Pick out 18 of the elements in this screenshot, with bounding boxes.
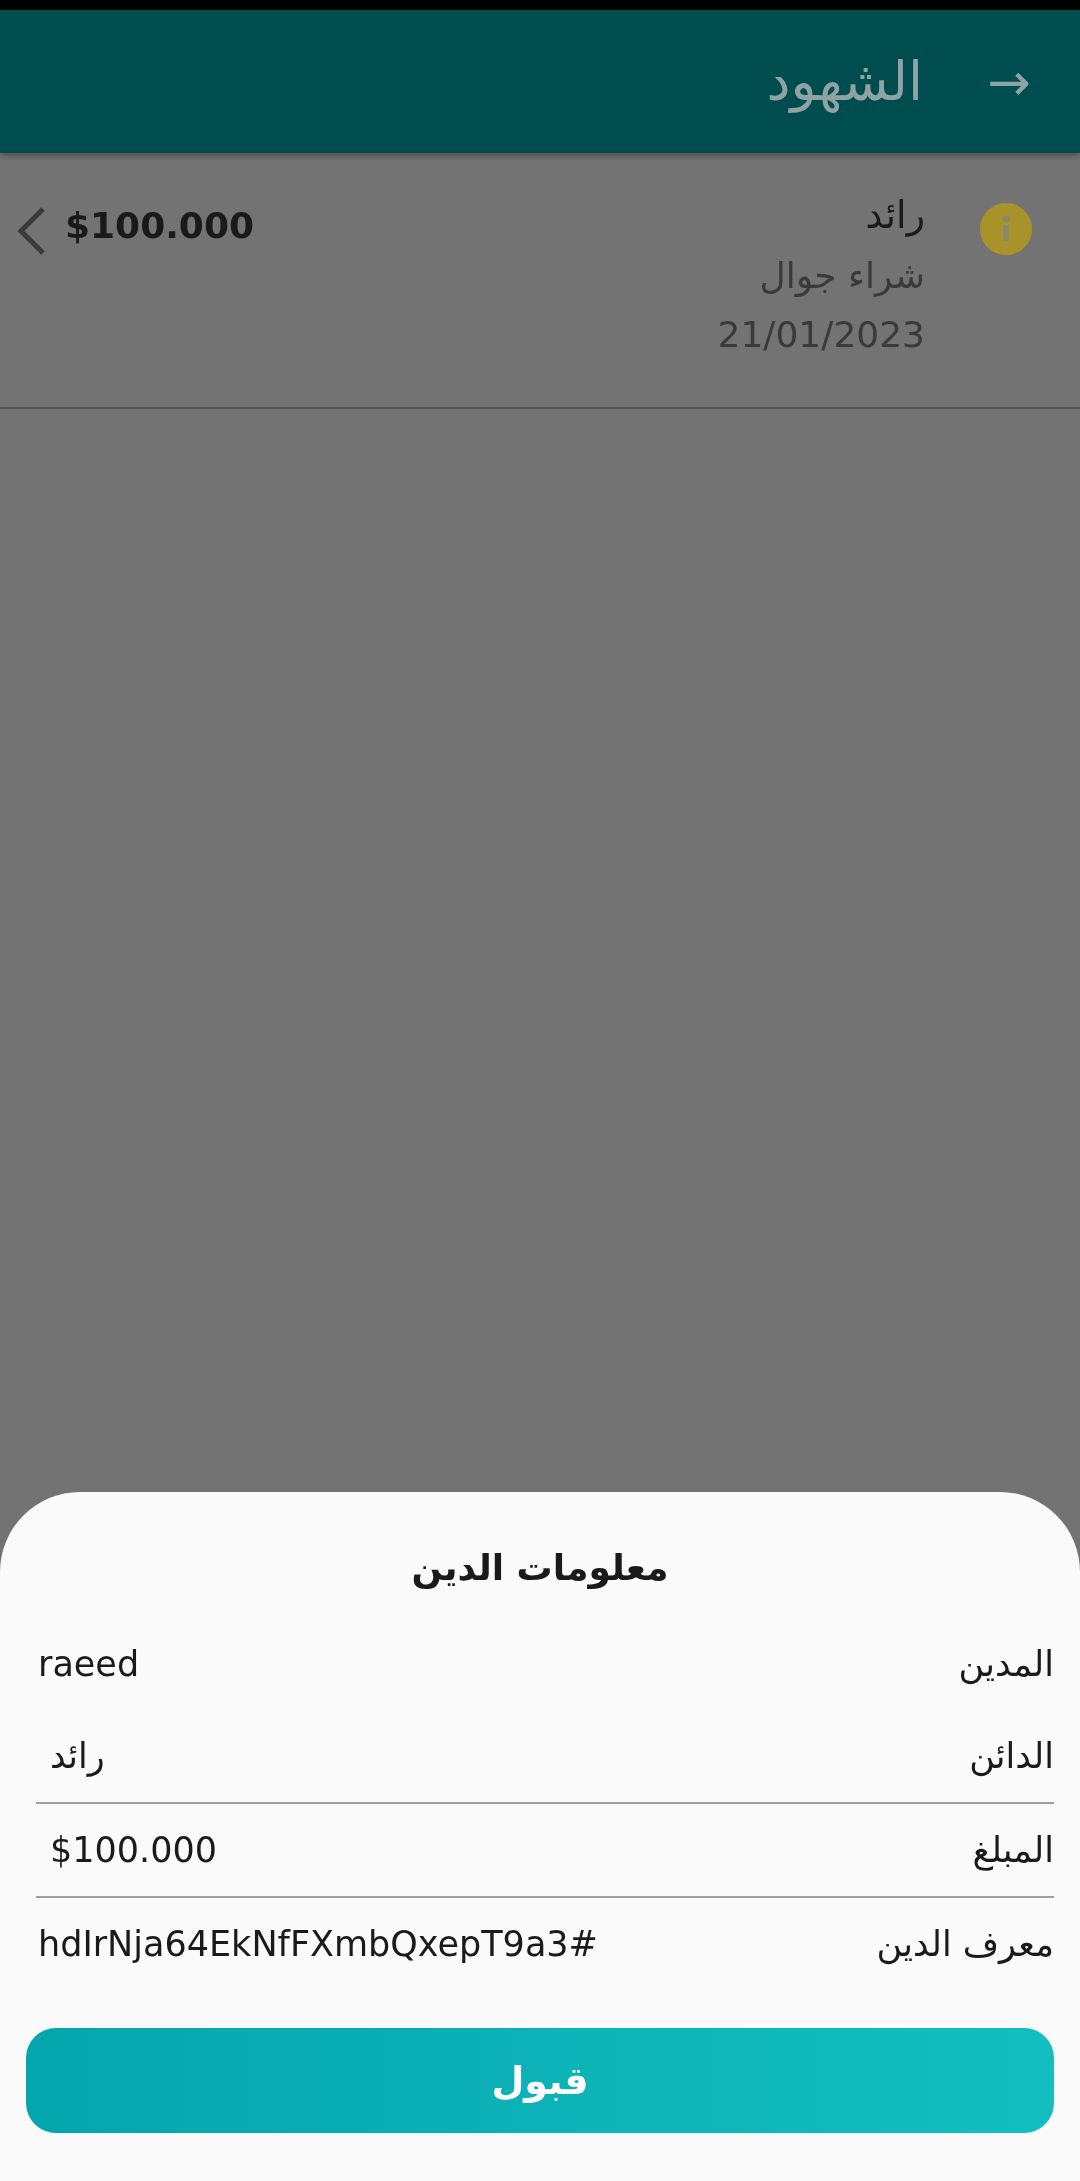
back-arrow-icon[interactable]: →	[978, 55, 1040, 108]
sheet-title: معلومات الدين	[410, 1547, 670, 1588]
page-title: الشهود	[766, 50, 923, 113]
field-value: raeed	[37, 1644, 140, 1684]
field-value: $100.000	[49, 1830, 217, 1870]
field-label: معرف الدين	[876, 1924, 1054, 1964]
debt-amount: $100.000	[65, 205, 255, 246]
debt-date: 21/01/2023	[717, 314, 925, 355]
field-label: المدين	[958, 1644, 1054, 1684]
info-icon	[980, 203, 1032, 255]
field-value: hdIrNja64EkNfFXmbQxepT9a3#	[37, 1924, 598, 1964]
debt-description: شراء جوال	[758, 255, 925, 296]
chevron-left-icon[interactable]	[15, 205, 47, 257]
field-label: الدائن	[969, 1736, 1054, 1776]
creditor-name: رائد	[864, 193, 925, 237]
accept-button[interactable]: قبول	[26, 2028, 1054, 2133]
field-value: رائد	[49, 1736, 105, 1776]
field-label: المبلغ	[972, 1830, 1054, 1870]
